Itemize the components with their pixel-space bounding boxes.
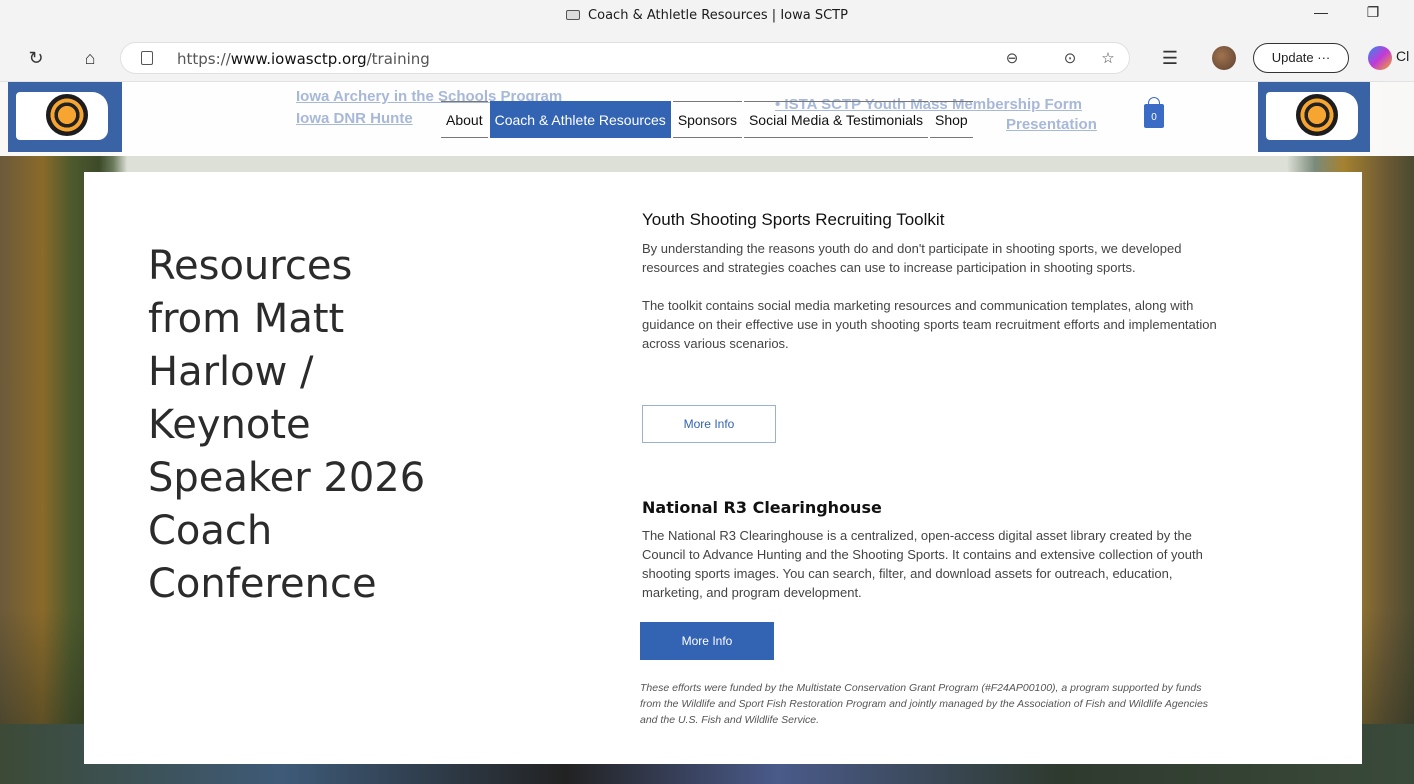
- site-favicon-icon: [566, 10, 581, 20]
- cart-icon[interactable]: 0: [1144, 97, 1164, 128]
- nav-coach-athlete-resources[interactable]: Coach & Athlete Resources: [489, 101, 671, 138]
- site-logo-right[interactable]: [1258, 82, 1370, 152]
- profile-avatar[interactable]: [1212, 46, 1236, 70]
- nav-shop[interactable]: Shop: [930, 101, 973, 138]
- page-title: Resources from Matt Harlow / Keynote Spe…: [148, 243, 426, 607]
- sctp-seal-icon: [1294, 92, 1340, 138]
- section-heading: Youth Shooting Sports Recruiting Toolkit: [642, 210, 945, 229]
- section-r3-clearinghouse: National R3 Clearinghouse The National R…: [642, 498, 1222, 602]
- section-paragraph: The National R3 Clearinghouse is a centr…: [642, 528, 1203, 600]
- browser-toolbar: ↻ ⌂ https://www.iowasctp.org/training ⊖ …: [0, 34, 1414, 82]
- url-text: https://www.iowasctp.org/training: [177, 50, 430, 68]
- site-header: Iowa Archery in the Schools Program Iowa…: [0, 82, 1414, 156]
- minimize-icon[interactable]: —: [1306, 4, 1336, 20]
- web-page: Iowa Archery in the Schools Program Iowa…: [0, 82, 1414, 784]
- url-domain: www.iowasctp.org: [230, 50, 367, 68]
- nav-social-media-testimonials[interactable]: Social Media & Testimonials: [743, 101, 929, 138]
- favorite-star-icon[interactable]: ☆: [1097, 48, 1119, 70]
- content-card: Resources from Matt Harlow / Keynote Spe…: [84, 172, 1362, 764]
- home-icon[interactable]: ⌂: [78, 46, 102, 70]
- nav-sponsors[interactable]: Sponsors: [672, 101, 742, 138]
- update-label: Update: [1271, 50, 1314, 65]
- copilot-icon[interactable]: [1368, 46, 1392, 70]
- ghost-link-dnr[interactable]: Iowa DNR Hunte: [296, 110, 413, 127]
- favorites-icon[interactable]: ☰: [1158, 46, 1182, 70]
- more-info-clearinghouse-button[interactable]: More Info: [640, 622, 774, 660]
- nav-about[interactable]: About: [441, 101, 488, 138]
- ghost-link-presentation[interactable]: Presentation: [1006, 116, 1097, 133]
- more-info-toolkit-button[interactable]: More Info: [642, 405, 776, 443]
- url-path: /training: [366, 50, 430, 68]
- site-logo-left[interactable]: [8, 82, 122, 152]
- section-recruiting-toolkit: Youth Shooting Sports Recruiting Toolkit…: [642, 210, 1222, 353]
- address-bar[interactable]: https://www.iowasctp.org/training ⊖ ⊙ ☆: [120, 42, 1130, 74]
- site-info-icon[interactable]: [141, 51, 153, 65]
- cart-count: 0: [1151, 112, 1157, 123]
- window-titlebar: Coach & Athletle Resources | Iowa SCTP —…: [0, 0, 1414, 34]
- url-scheme: https://: [177, 50, 231, 68]
- main-nav: About Coach & Athlete Resources Sponsors…: [441, 101, 975, 138]
- funding-note: These efforts were funded by the Multist…: [640, 682, 1209, 726]
- more-tools-icon[interactable]: ⊙: [1059, 48, 1081, 70]
- copilot-label: Cl: [1396, 48, 1410, 64]
- refresh-icon[interactable]: ↻: [24, 46, 48, 70]
- update-button[interactable]: Update ···: [1253, 43, 1349, 73]
- section-heading: National R3 Clearinghouse: [642, 498, 882, 517]
- restore-icon[interactable]: ❐: [1358, 4, 1388, 21]
- section-paragraph: The toolkit contains social media market…: [642, 298, 1217, 351]
- tab-title: Coach & Athletle Resources | Iowa SCTP: [588, 8, 848, 23]
- window-title: Coach & Athletle Resources | Iowa SCTP: [0, 8, 1414, 23]
- sctp-seal-icon: [44, 92, 90, 138]
- zoom-icon[interactable]: ⊖: [1001, 48, 1023, 70]
- update-more-icon: ···: [1317, 50, 1331, 65]
- section-paragraph: By understanding the reasons youth do an…: [642, 241, 1182, 275]
